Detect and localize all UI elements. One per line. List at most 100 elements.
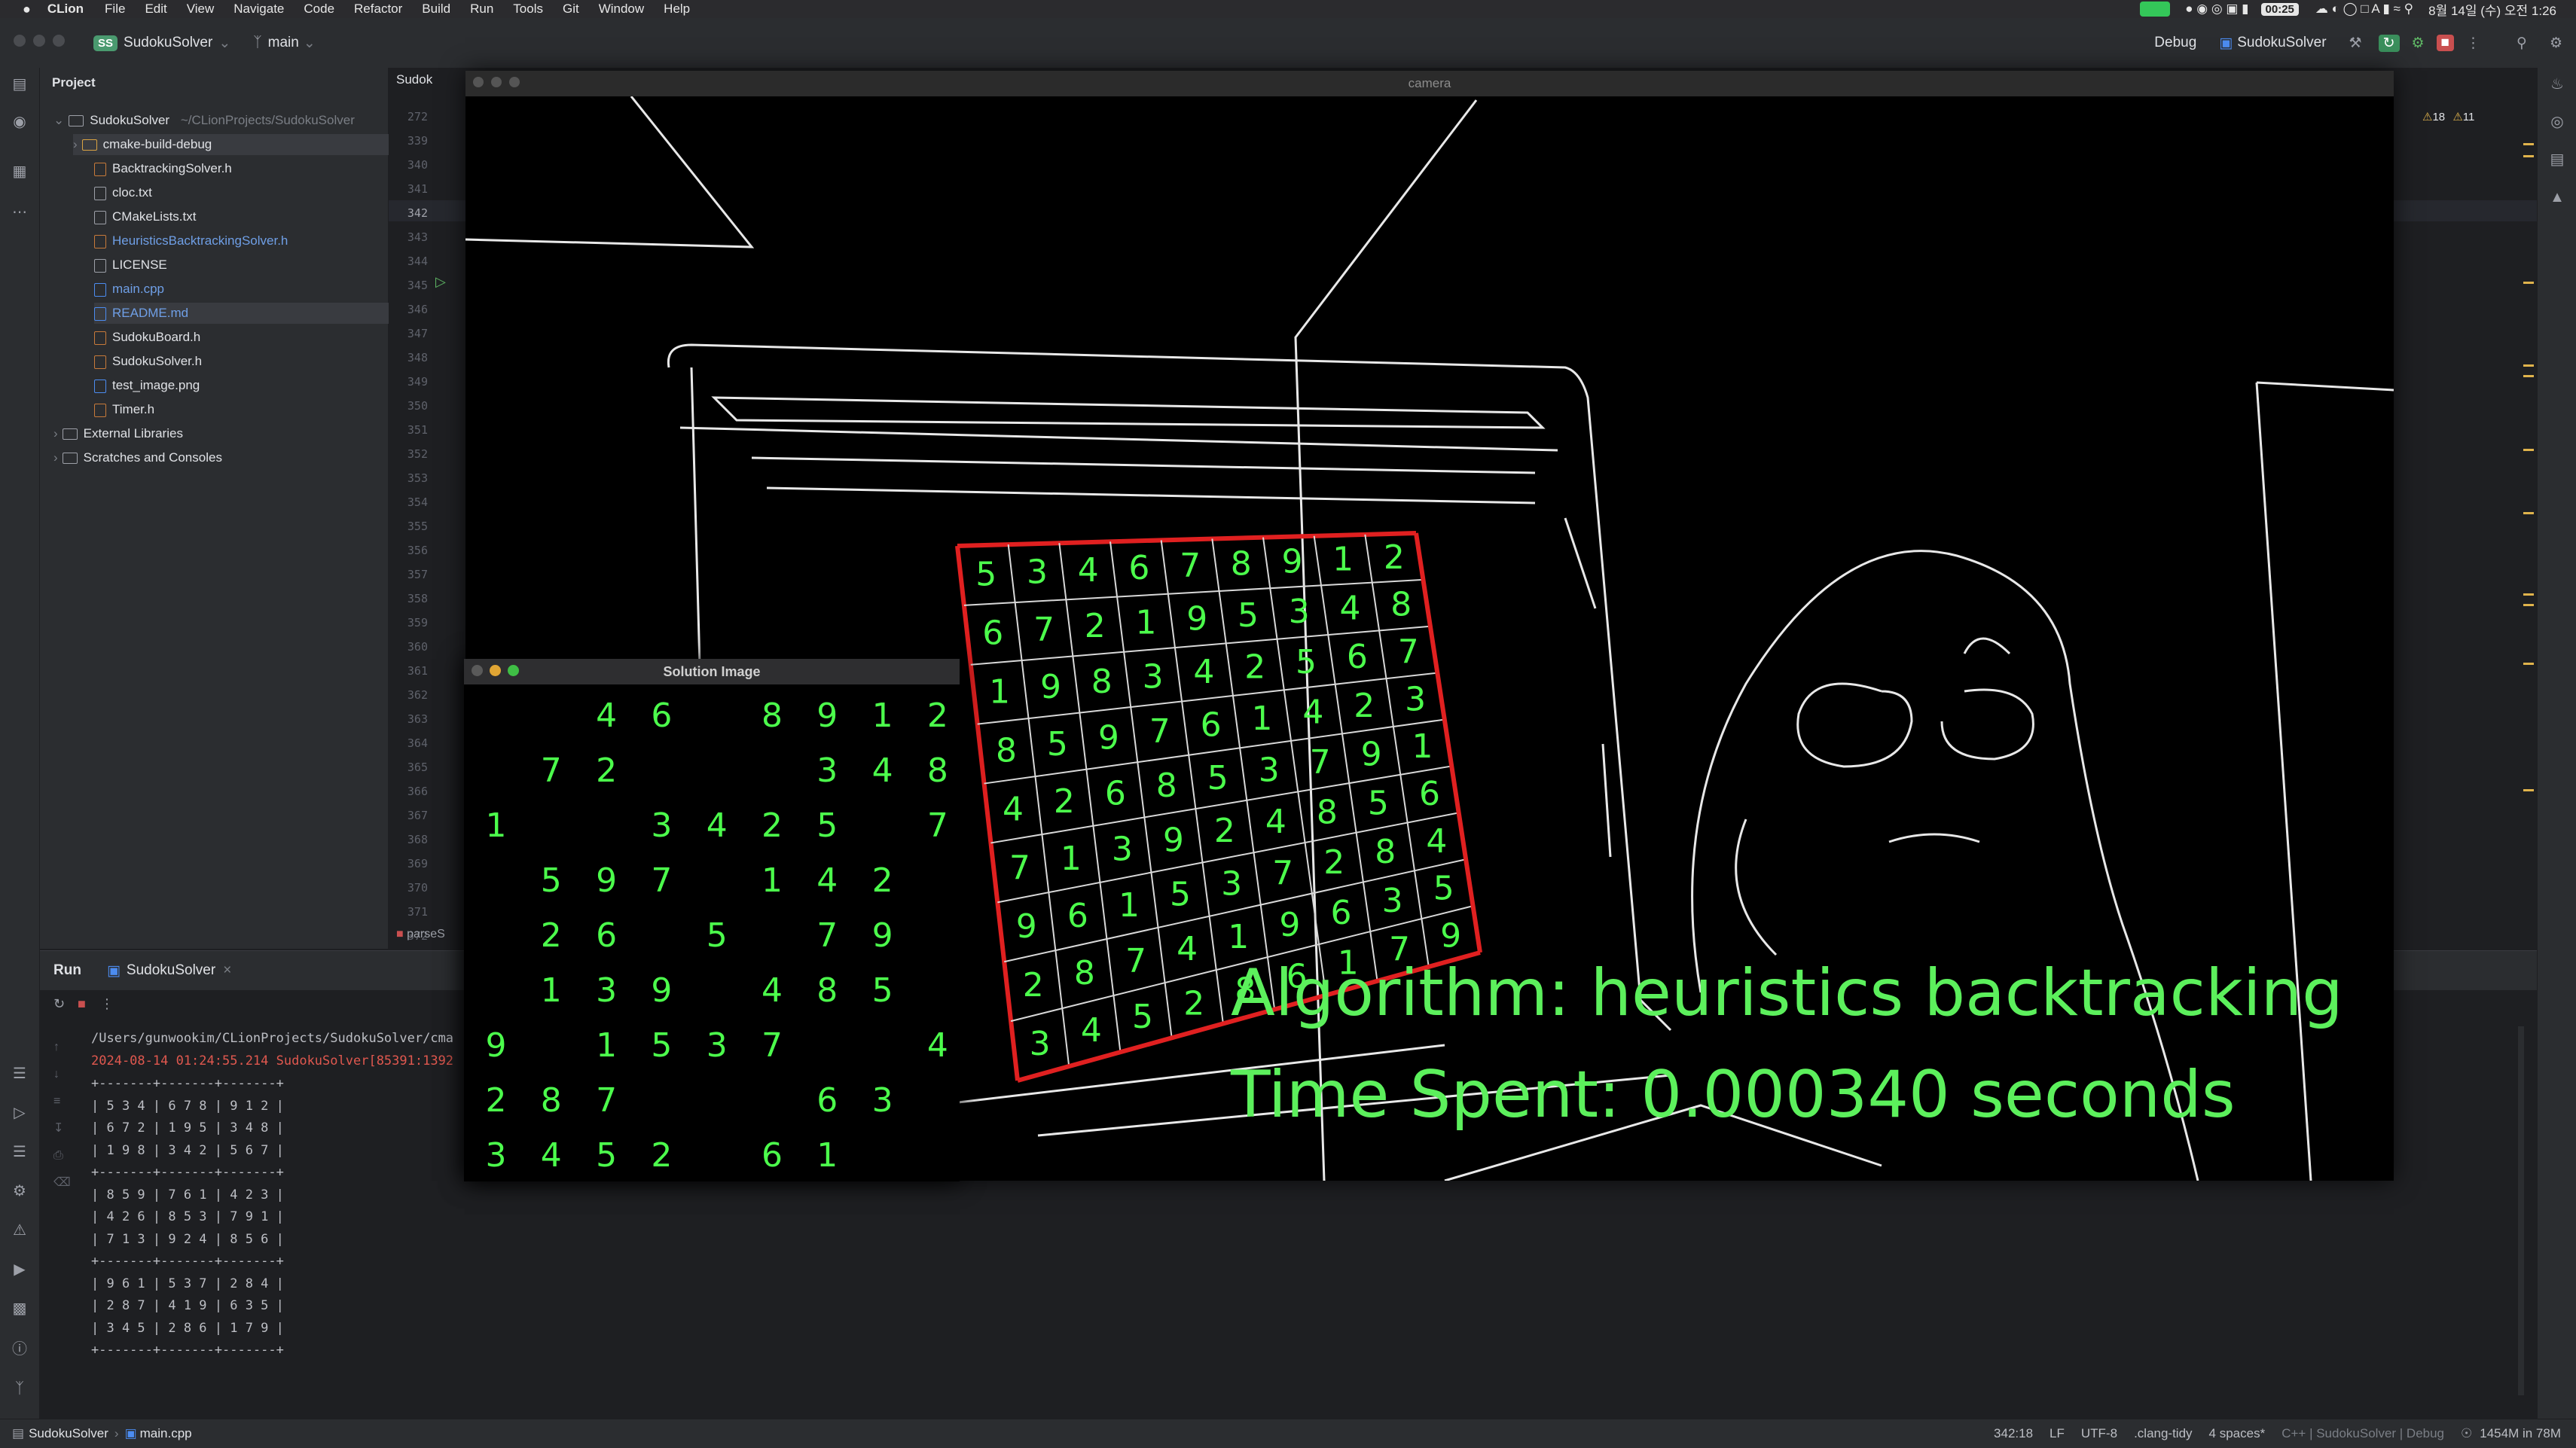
camera-indicator-icon[interactable]	[2140, 2, 2171, 17]
menu-app-name[interactable]: CLion	[47, 2, 84, 17]
grid-digit: 7	[1398, 633, 1419, 672]
build-icon[interactable]: ⚒	[2349, 35, 2362, 52]
lock-icon[interactable]: ☉	[2461, 1426, 2472, 1441]
window-controls[interactable]	[473, 71, 520, 96]
info-icon[interactable]: ⓘ	[11, 1340, 29, 1358]
console-side-toolbar[interactable]: ↑ ↓ ≡ ↧ ⎙ ⌫	[53, 1034, 71, 1197]
git-icon[interactable]: ᛉ	[11, 1379, 29, 1398]
more-tools-icon[interactable]: ⋯	[11, 203, 29, 221]
run-config-selector[interactable]: Debug	[2154, 35, 2196, 51]
stop-icon[interactable]: ■	[2436, 35, 2455, 51]
menu-run[interactable]: Run	[470, 2, 493, 17]
rerun-icon[interactable]: ↻	[53, 996, 65, 1012]
tree-item[interactable]: cloc.txt	[94, 182, 152, 203]
window-controls[interactable]	[14, 35, 72, 51]
tree-root[interactable]: ⌄ SudokuSolver ~/CLionProjects/SudokuSolv…	[53, 110, 355, 131]
rerun-icon[interactable]: ↻	[2378, 34, 2400, 52]
tree-item-cmake-build-debug[interactable]: › cmake-build-debug	[73, 134, 389, 155]
solution-digit: 2	[871, 861, 893, 900]
stop-icon[interactable]: ■	[78, 996, 86, 1012]
run-tab-title[interactable]: Run	[53, 962, 81, 979]
run-config-icon[interactable]: ▶	[11, 1261, 29, 1279]
tree-item[interactable]: CMakeLists.txt	[94, 206, 196, 227]
solution-window[interactable]: Solution Image 4689127234813425759714226…	[464, 659, 960, 1181]
menu-window[interactable]: Window	[599, 2, 644, 17]
tree-item[interactable]: main.cpp	[94, 279, 164, 300]
tree-item[interactable]: SudokuBoard.h	[94, 327, 200, 348]
database-icon[interactable]: ▤	[2548, 151, 2566, 169]
tree-item[interactable]: LICENSE	[94, 255, 167, 276]
debug-icon[interactable]: ⚙	[2412, 35, 2425, 52]
structure-icon[interactable]: ▦	[11, 163, 29, 181]
memory-indicator[interactable]: 1454M in 78M	[2480, 1426, 2561, 1441]
line-ending[interactable]: LF	[2050, 1426, 2065, 1441]
grid-digit: 6	[1128, 549, 1149, 587]
services-icon[interactable]: ☰	[11, 1065, 29, 1083]
editor-tab[interactable]: Sudok	[396, 72, 432, 87]
tree-item-selected[interactable]: README.md	[94, 303, 389, 324]
status-project[interactable]: SudokuSolver	[29, 1426, 108, 1441]
menu-build[interactable]: Build	[422, 2, 450, 17]
file-encoding[interactable]: UTF-8	[2081, 1426, 2117, 1441]
project-tool-icon[interactable]: ▤	[11, 75, 29, 93]
run-tool-icon[interactable]: ▷	[11, 1104, 29, 1122]
menu-code[interactable]: Code	[304, 2, 334, 17]
solution-window-titlebar[interactable]: Solution Image	[464, 659, 960, 684]
editor-breadcrumb[interactable]: ■ parseS	[396, 928, 445, 941]
cmake-icon[interactable]: ▲	[2548, 188, 2566, 206]
window-controls[interactable]	[472, 659, 519, 684]
status-file[interactable]: main.cpp	[140, 1426, 192, 1441]
commit-icon[interactable]: ◉	[11, 113, 29, 131]
settings-icon[interactable]: ⚙	[2550, 35, 2562, 52]
tree-group-external-libraries[interactable]: › External Libraries	[53, 423, 183, 444]
target-selector[interactable]: SudokuSolver	[2237, 35, 2326, 51]
solution-digit	[469, 909, 523, 963]
tree-item[interactable]: HeuristicsBacktrackingSolver.h	[94, 230, 288, 251]
problems-icon[interactable]: ⚠	[11, 1221, 29, 1239]
camera-window-titlebar[interactable]: camera	[465, 71, 2394, 96]
notifications-icon[interactable]: ♨	[2548, 75, 2566, 93]
menu-refactor[interactable]: Refactor	[354, 2, 402, 17]
project-selector[interactable]: SudokuSolver	[124, 35, 212, 51]
tree-item[interactable]: Timer.h	[94, 399, 154, 420]
menu-file[interactable]: File	[105, 2, 125, 17]
tree-item[interactable]: test_image.png	[94, 375, 200, 396]
tree-group-scratches[interactable]: › Scratches and Consoles	[53, 447, 222, 468]
tree-item[interactable]: SudokuSolver.h	[94, 351, 202, 372]
menu-view[interactable]: View	[187, 2, 215, 17]
more-icon[interactable]: ⋮	[100, 996, 114, 1012]
menu-tools[interactable]: Tools	[513, 2, 543, 17]
tree-item[interactable]: BacktrackingSolver.h	[94, 158, 232, 179]
inspection-widget[interactable]: ⚠18 ⚠11	[2422, 110, 2474, 123]
line-number: 350	[407, 399, 428, 413]
menu-edit[interactable]: Edit	[145, 2, 166, 17]
code-context[interactable]: C++ | SudokuSolver | Debug	[2281, 1426, 2444, 1441]
indent-setting[interactable]: 4 spaces*	[2209, 1426, 2266, 1441]
project-panel-title[interactable]: Project	[52, 75, 96, 90]
menu-clock[interactable]: 8월 14일 (수) 오전 1:26	[2428, 0, 2556, 19]
image-file-icon	[94, 379, 106, 393]
linter-status[interactable]: .clang-tidy	[2134, 1426, 2192, 1441]
debug-tool-icon[interactable]: ⚙	[11, 1182, 29, 1200]
console-board-line: | 3 4 5 | 2 8 6 | 1 7 9 |	[91, 1320, 284, 1336]
terminal-icon[interactable]: ▩	[11, 1300, 29, 1318]
menu-navigate[interactable]: Navigate	[233, 2, 284, 17]
grid-digit: 5	[1238, 596, 1259, 635]
error-stripe[interactable]	[2523, 143, 2534, 896]
run-config-tab[interactable]: SudokuSolver	[127, 962, 215, 979]
close-icon[interactable]: ×	[223, 962, 231, 979]
more-icon[interactable]: ⋮	[2466, 35, 2480, 52]
run-gutter-icon[interactable]: ▷	[435, 274, 446, 290]
todo-icon[interactable]: ☰	[11, 1143, 29, 1161]
apple-icon[interactable]: ●	[23, 2, 31, 17]
scrollbar[interactable]	[2518, 1026, 2524, 1395]
ai-assistant-icon[interactable]: ◎	[2548, 113, 2566, 131]
caret-position[interactable]: 342:18	[1994, 1426, 2033, 1441]
timer-badge[interactable]: 00:25	[2260, 2, 2299, 16]
grid-digit: 9	[1040, 668, 1061, 706]
menu-help[interactable]: Help	[664, 2, 690, 17]
grid-digit: 6	[1201, 706, 1222, 744]
branch-selector[interactable]: main	[268, 35, 299, 51]
search-icon[interactable]: ⚲	[2516, 35, 2527, 52]
menu-git[interactable]: Git	[563, 2, 579, 17]
